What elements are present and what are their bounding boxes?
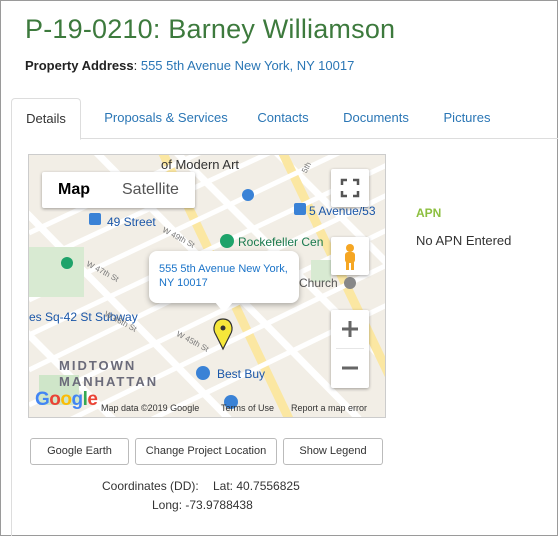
map-data-text: Map data ©2019 Google	[101, 403, 200, 413]
report-map-error-link[interactable]: Report a map error	[291, 403, 367, 413]
zoom-control	[331, 310, 369, 388]
coordinates-label: Coordinates (DD):	[102, 479, 199, 493]
tab-bar: Details Proposals & Services Contacts Do…	[11, 98, 558, 140]
label-rockefeller: Rockefeller Cen	[238, 235, 324, 249]
zoom-out-button[interactable]	[331, 349, 369, 387]
info-window-arrow	[215, 302, 233, 313]
apn-value: No APN Entered	[416, 233, 512, 248]
map-info-window: 555 5th Avenue New York, NY 10017	[149, 251, 299, 303]
apn-label: APN	[416, 206, 442, 220]
google-earth-button[interactable]: Google Earth	[30, 438, 129, 465]
map-type-map-button[interactable]: Map	[42, 172, 106, 208]
label-church: Church	[299, 276, 338, 290]
tab-details[interactable]: Details	[11, 98, 81, 140]
fullscreen-button[interactable]	[331, 169, 369, 207]
label-modern-art: of Modern Art	[161, 157, 240, 172]
coordinates-lat: Lat: 40.7556825	[213, 479, 300, 493]
terms-of-use-link[interactable]: Terms of Use	[221, 403, 274, 413]
pegman-icon	[345, 244, 355, 270]
street-view-pegman[interactable]	[331, 237, 369, 275]
map-type-control: Map Satellite	[42, 172, 195, 208]
tab-documents[interactable]: Documents	[333, 98, 419, 139]
change-project-location-button[interactable]: Change Project Location	[135, 438, 277, 465]
label-manhattan: MANHATTAN	[59, 374, 159, 389]
coordinates-long: Long: -73.9788438	[152, 498, 253, 512]
label-49-street: 49 Street	[107, 215, 156, 229]
address-label: Property Address	[25, 58, 134, 73]
show-legend-button[interactable]: Show Legend	[283, 438, 383, 465]
page-title: P-19-0210: Barney Williamson	[25, 14, 396, 44]
fullscreen-icon	[340, 178, 360, 198]
zoom-in-button[interactable]	[331, 310, 369, 348]
tab-pictures[interactable]: Pictures	[436, 98, 498, 139]
label-midtown: MIDTOWN	[59, 358, 137, 373]
address-link[interactable]: 555 5th Avenue New York, NY 10017	[141, 58, 354, 73]
minus-icon	[342, 366, 358, 370]
property-address: Property Address: 555 5th Avenue New Yor…	[25, 58, 355, 73]
map-attribution: Map data ©2019 Google Terms of Use Repor…	[29, 399, 385, 417]
map-view[interactable]: of Modern Art 49 Street 5 Avenue/53 Rock…	[28, 154, 386, 418]
label-best-buy: Best Buy	[217, 367, 266, 381]
map-type-satellite-button[interactable]: Satellite	[106, 172, 195, 208]
plus-icon	[342, 321, 358, 337]
tab-contacts[interactable]: Contacts	[251, 98, 315, 139]
tab-proposals-services[interactable]: Proposals & Services	[91, 98, 241, 139]
